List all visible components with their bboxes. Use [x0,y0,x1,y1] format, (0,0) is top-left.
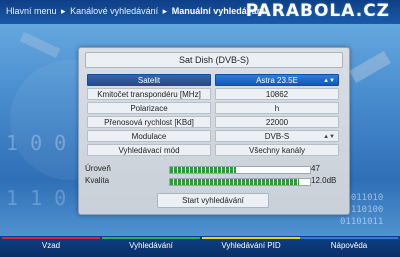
red-key-indicator [2,237,100,239]
dialog-header: Sat Dish (DVB-S) [85,52,343,68]
polarization-label: Polarizace [87,102,211,114]
blue-key-indicator [300,237,398,239]
symbol-rate-label: Přenosová rychlost [KBd] [87,116,211,128]
satellite-row[interactable]: Satelit Astra 23.5E ▲▼ [87,74,339,86]
signal-level-meter [169,166,311,174]
manual-search-dialog: Sat Dish (DVB-S) Satelit Astra 23.5E ▲▼ … [78,47,350,215]
pid-search-button-label: Vyhledávání PID [221,241,281,250]
breadcrumb-item-channel-search[interactable]: Kanálové vyhledávání [70,6,158,16]
frequency-label: Kmitočet transpondéru [MHz] [87,88,211,100]
polarization-select[interactable]: h [215,102,339,114]
frequency-input[interactable]: 10862 [215,88,339,100]
signal-quality-label: Kvalita [85,176,110,185]
satellite-select[interactable]: Astra 23.5E ▲▼ [215,74,339,86]
svg-text:1 0 0: 1 0 0 [6,131,66,155]
signal-quality-meter [169,178,311,186]
signal-level-label: Úroveň [85,164,111,173]
search-mode-row[interactable]: Vyhledávací mód Všechny kanály [87,144,339,156]
green-key-indicator [102,237,200,239]
breadcrumb-separator-icon: ▸ [162,6,168,16]
watermark: PARABOLA.CZ [245,1,390,21]
search-mode-select[interactable]: Všechny kanály [215,144,339,156]
svg-text:1 1 0: 1 1 0 [6,186,66,210]
updown-arrow-icon: ▲▼ [323,78,335,84]
modulation-label: Modulace [87,130,211,142]
updown-arrow-icon: ▲▼ [323,134,335,140]
signal-level-value: 47 [311,164,320,173]
symbol-rate-input[interactable]: 22000 [215,116,339,128]
search-button-label: Vyhledávání [129,241,173,250]
signal-quality-value: 12.0dB [311,176,337,185]
back-button[interactable]: Vzad [2,237,100,253]
top-bar: Hlavní menu ▸ Kanálové vyhledávání ▸ Man… [0,0,400,24]
modulation-value: DVB-S [264,132,290,141]
pid-search-button[interactable]: Vyhledávání PID [202,237,300,253]
start-search-button[interactable]: Start vyhledávání [157,193,269,208]
satellite-value: Astra 23.5E [256,76,298,85]
signal-level-fill [170,167,236,173]
breadcrumb-separator-icon: ▸ [61,6,66,16]
help-button-label: Nápověda [330,241,368,250]
modulation-row[interactable]: Modulace DVB-S ▲▼ [87,130,339,142]
yellow-key-indicator [202,237,300,239]
search-button[interactable]: Vyhledávání [102,237,200,253]
breadcrumb: Hlavní menu ▸ Kanálové vyhledávání ▸ Man… [6,6,265,17]
search-mode-label: Vyhledávací mód [87,144,211,156]
modulation-select[interactable]: DVB-S ▲▼ [215,130,339,142]
signal-quality-fill [170,179,299,185]
symbol-rate-row[interactable]: Přenosová rychlost [KBd] 22000 [87,116,339,128]
breadcrumb-item-main-menu[interactable]: Hlavní menu [6,6,57,16]
polarization-row[interactable]: Polarizace h [87,102,339,114]
satellite-label: Satelit [87,74,211,86]
function-key-bar: Vzad Vyhledávání Vyhledávání PID Nápověd… [0,236,400,257]
help-button[interactable]: Nápověda [300,237,398,253]
back-button-label: Vzad [41,241,61,250]
frequency-row[interactable]: Kmitočet transpondéru [MHz] 10862 [87,88,339,100]
svg-text:01101011: 01101011 [340,217,383,227]
